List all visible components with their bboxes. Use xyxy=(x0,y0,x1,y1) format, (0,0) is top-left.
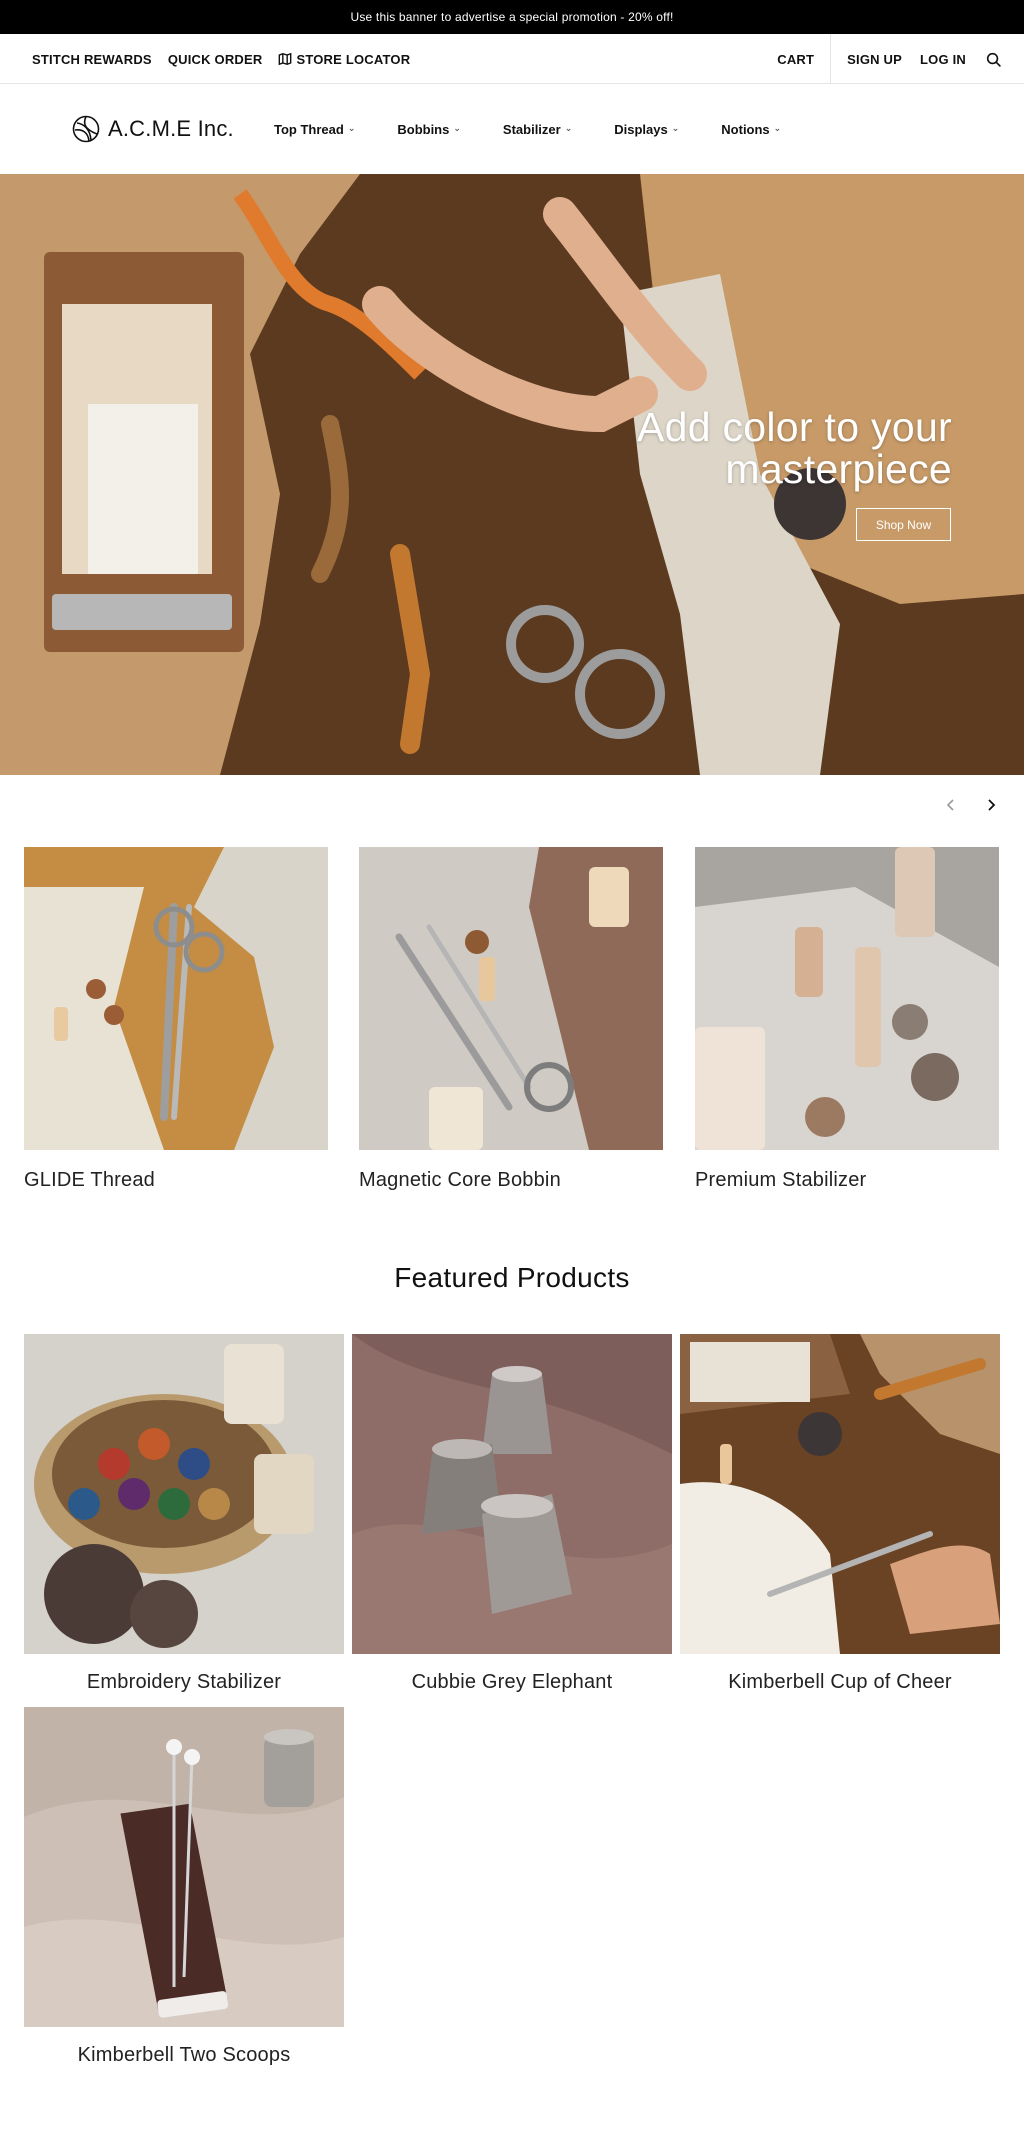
chevron-right-icon[interactable] xyxy=(982,796,1000,814)
logo-icon xyxy=(72,115,100,143)
brand-link[interactable]: A.C.M.E Inc. xyxy=(72,114,234,144)
utility-nav-right: CART SIGN UP LOG IN xyxy=(777,34,1002,84)
log-in-link[interactable]: LOG IN xyxy=(920,52,966,67)
product-card-cubbie-grey-elephant[interactable]: Cubbie Grey Elephant xyxy=(352,1334,672,1694)
collection-image xyxy=(24,847,328,1150)
hero-title-line2: masterpiece xyxy=(725,446,952,492)
main-nav: A.C.M.E Inc. Top Thread ⌄ Bobbins ⌄ Stab… xyxy=(0,84,1024,174)
menu-item-label: Top Thread xyxy=(274,121,344,137)
hero-title-line1: Add color to your xyxy=(636,404,952,450)
hero-title: Add color to your masterpiece xyxy=(512,406,952,490)
hero-banner: Add color to your masterpiece Shop Now xyxy=(0,174,1024,775)
shop-now-button[interactable]: Shop Now xyxy=(856,508,951,541)
menu-item-displays[interactable]: Displays ⌄ xyxy=(614,122,679,137)
collection-card-premium-stabilizer[interactable]: Premium Stabilizer xyxy=(695,847,999,1192)
collection-label: Premium Stabilizer xyxy=(695,1169,867,1191)
chevron-down-icon: ⌄ xyxy=(347,122,356,133)
product-card-kimberbell-cup-of-cheer[interactable]: Kimberbell Cup of Cheer xyxy=(680,1334,1000,1694)
product-image xyxy=(680,1334,1000,1654)
chevron-down-icon: ⌄ xyxy=(564,122,573,133)
chevron-down-icon: ⌄ xyxy=(453,122,461,133)
product-image xyxy=(352,1334,672,1654)
menu-item-top-thread[interactable]: Top Thread ⌄ xyxy=(274,122,355,137)
menu-item-label: Stabilizer xyxy=(502,121,561,137)
chevron-down-icon: ⌄ xyxy=(773,122,782,133)
menu-item-bobbins[interactable]: Bobbins ⌄ xyxy=(397,122,461,137)
promo-banner: Use this banner to advertise a special p… xyxy=(0,0,1024,34)
promo-text: Use this banner to advertise a special p… xyxy=(350,10,674,24)
product-image xyxy=(24,1707,344,2027)
collection-image xyxy=(695,847,999,1150)
cart-link[interactable]: CART xyxy=(777,52,814,67)
collection-label: Magnetic Core Bobbin xyxy=(359,1169,561,1191)
product-label: Cubbie Grey Elephant xyxy=(411,1671,613,1693)
menu-item-stabilizer[interactable]: Stabilizer ⌄ xyxy=(503,122,572,137)
stitch-rewards-link[interactable]: STITCH REWARDS xyxy=(32,52,152,67)
utility-nav: STITCH REWARDS QUICK ORDER STORE LOCATOR… xyxy=(0,34,1024,84)
collection-card-magnetic-core-bobbin[interactable]: Magnetic Core Bobbin xyxy=(359,847,663,1192)
menu-item-label: Displays xyxy=(614,121,668,137)
menu-item-notions[interactable]: Notions ⌄ xyxy=(721,122,781,137)
brand-name: A.C.M.E Inc. xyxy=(108,116,234,141)
sign-up-link[interactable]: SIGN UP xyxy=(847,52,902,67)
search-icon[interactable] xyxy=(984,50,1002,68)
chevron-left-icon[interactable] xyxy=(942,796,960,814)
carousel-controls xyxy=(942,796,1000,814)
product-label: Kimberbell Cup of Cheer xyxy=(728,1671,952,1693)
menu-item-label: Bobbins xyxy=(397,121,450,137)
main-menu: Top Thread ⌄ Bobbins ⌄ Stabilizer ⌄ Disp… xyxy=(274,114,823,144)
product-image xyxy=(24,1334,344,1654)
product-label: Embroidery Stabilizer xyxy=(86,1671,282,1693)
product-card-kimberbell-two-scoops[interactable]: Kimberbell Two Scoops xyxy=(24,1707,344,2067)
product-label: Kimberbell Two Scoops xyxy=(77,2044,291,2066)
collection-card-glide-thread[interactable]: GLIDE Thread xyxy=(24,847,328,1192)
store-locator-link[interactable]: STORE LOCATOR xyxy=(278,52,410,67)
collection-image xyxy=(359,847,663,1150)
store-locator-label: STORE LOCATOR xyxy=(296,51,411,67)
utility-nav-left: STITCH REWARDS QUICK ORDER STORE LOCATOR xyxy=(32,34,410,84)
auth-links: SIGN UP LOG IN xyxy=(831,52,966,67)
product-card-embroidery-stabilizer[interactable]: Embroidery Stabilizer xyxy=(24,1334,344,1694)
chevron-down-icon: ⌄ xyxy=(671,122,680,133)
quick-order-link[interactable]: QUICK ORDER xyxy=(168,52,263,67)
menu-item-label: Notions xyxy=(721,121,770,137)
cart-wrapper: CART xyxy=(777,34,832,84)
featured-products-title: Featured Products xyxy=(394,1262,630,1293)
map-icon xyxy=(278,52,292,66)
collection-label: GLIDE Thread xyxy=(24,1169,155,1191)
